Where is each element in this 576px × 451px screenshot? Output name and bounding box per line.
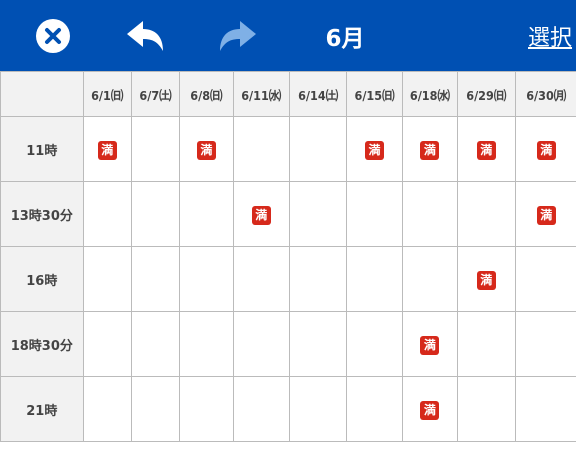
slot-cell[interactable] [130, 311, 181, 377]
date-header: 6/7㈯ [130, 71, 181, 117]
slot-cell[interactable] [457, 311, 516, 377]
back-button[interactable] [120, 0, 170, 71]
slot-cell[interactable] [232, 311, 290, 377]
slot-cell[interactable] [288, 181, 348, 247]
date-header: 6/11㈬ [232, 71, 290, 117]
slot-cell[interactable] [232, 376, 290, 442]
slot-cell[interactable] [346, 246, 403, 312]
slot-cell[interactable] [514, 311, 576, 377]
slot-cell[interactable] [130, 376, 181, 442]
slot-cell[interactable]: 満 [179, 116, 234, 182]
slot-cell[interactable] [288, 376, 348, 442]
slot-cell[interactable] [457, 376, 516, 442]
slot-cell[interactable] [179, 246, 234, 312]
full-badge[interactable]: 満 [476, 140, 496, 160]
slot-cell[interactable] [130, 246, 181, 312]
slot-cell[interactable] [82, 181, 132, 247]
full-badge[interactable]: 満 [251, 205, 271, 225]
select-link[interactable]: 選択 [528, 0, 572, 71]
full-badge[interactable]: 満 [420, 140, 440, 160]
date-header: 6/15㈰ [346, 71, 403, 117]
time-label: 21時 [0, 376, 84, 442]
top-bar: 6月 選択 [0, 0, 576, 71]
month-title: 6月 [325, 25, 365, 52]
date-header: 6/18㈬ [401, 71, 459, 117]
slot-cell[interactable] [288, 311, 348, 377]
full-badge[interactable]: 満 [536, 140, 556, 160]
slot-cell[interactable] [130, 116, 181, 182]
slot-cell[interactable] [82, 311, 132, 377]
forward-button[interactable] [213, 0, 263, 71]
full-badge[interactable]: 満 [97, 140, 117, 160]
slot-cell[interactable] [401, 181, 459, 247]
close-icon [36, 18, 70, 53]
time-label: 18時30分 [0, 311, 84, 377]
slot-cell[interactable] [179, 376, 234, 442]
slot-cell[interactable]: 満 [401, 311, 459, 377]
time-row: 11時満満満満満満 [0, 116, 576, 182]
time-label: 16時 [0, 246, 84, 312]
date-header: 6/8㈰ [179, 71, 234, 117]
time-row: 16時 満 [0, 246, 576, 312]
slot-cell[interactable]: 満 [514, 116, 576, 182]
slot-cell[interactable] [179, 181, 234, 247]
slot-cell[interactable]: 満 [514, 181, 576, 247]
slot-cell[interactable] [82, 376, 132, 442]
availability-calendar: 6/1㈰ 6/7㈯ 6/8㈰ 6/11㈬ 6/14㈯ 6/15㈰ 6/18㈬ 6/29㈰ 6/3… [0, 71, 576, 442]
full-badge[interactable]: 満 [420, 400, 440, 420]
date-header: 6/1㈰ [82, 71, 132, 117]
slot-cell[interactable]: 満 [82, 116, 132, 182]
slot-cell[interactable] [179, 311, 234, 377]
slot-cell[interactable] [130, 181, 181, 247]
slot-cell[interactable] [288, 116, 348, 182]
time-row: 21時 満 [0, 376, 576, 442]
slot-cell[interactable]: 満 [346, 116, 403, 182]
slot-cell[interactable] [232, 116, 290, 182]
slot-cell[interactable] [401, 246, 459, 312]
full-badge[interactable]: 満 [476, 270, 496, 290]
time-label: 13時30分 [0, 181, 84, 247]
date-header-row: 6/1㈰ 6/7㈯ 6/8㈰ 6/11㈬ 6/14㈯ 6/15㈰ 6/18㈬ 6/29㈰ 6/3… [0, 71, 576, 117]
slot-cell[interactable] [288, 246, 348, 312]
slot-cell[interactable]: 満 [401, 376, 459, 442]
full-badge[interactable]: 満 [420, 335, 440, 355]
undo-arrow-icon [127, 20, 163, 51]
redo-arrow-icon [220, 20, 256, 51]
slot-cell[interactable] [514, 376, 576, 442]
full-badge[interactable]: 満 [536, 205, 556, 225]
time-row: 13時30分 満 満 [0, 181, 576, 247]
slot-cell[interactable] [346, 376, 403, 442]
full-badge[interactable]: 満 [196, 140, 216, 160]
time-row: 18時30分 満 [0, 311, 576, 377]
time-label: 11時 [0, 116, 84, 182]
slot-cell[interactable]: 満 [457, 246, 516, 312]
slot-cell[interactable] [346, 311, 403, 377]
slot-cell[interactable] [514, 246, 576, 312]
date-header: 6/14㈯ [288, 71, 348, 117]
slot-cell[interactable] [346, 181, 403, 247]
date-header: 6/29㈰ [457, 71, 516, 117]
close-button[interactable] [30, 0, 76, 71]
slot-cell[interactable]: 満 [232, 181, 290, 247]
slot-cell[interactable] [232, 246, 290, 312]
slot-cell[interactable] [457, 181, 516, 247]
slot-cell[interactable]: 満 [457, 116, 516, 182]
full-badge[interactable]: 満 [365, 140, 385, 160]
slot-cell[interactable]: 満 [401, 116, 459, 182]
slot-cell[interactable] [82, 246, 132, 312]
date-header: 6/30㈪ [514, 71, 576, 117]
corner-cell [0, 71, 84, 117]
